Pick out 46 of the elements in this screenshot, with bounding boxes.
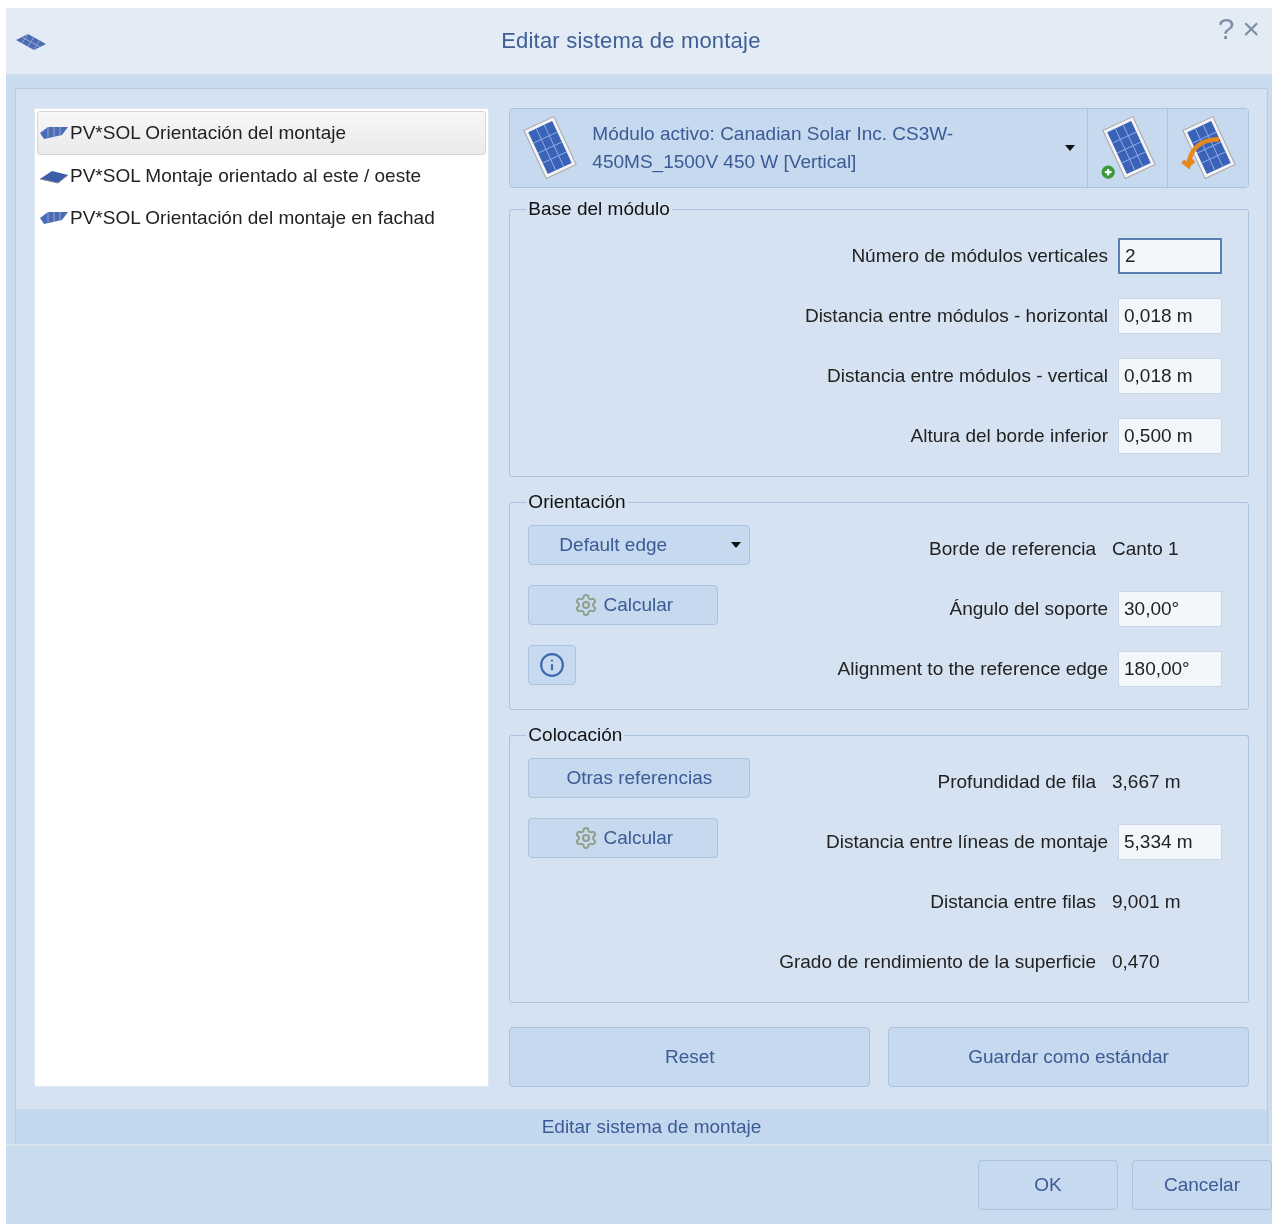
save-default-button[interactable]: Guardar como estándar [888, 1027, 1249, 1087]
edge-dropdown[interactable]: Default edge [528, 525, 751, 565]
field-label: Profundidad de fila [937, 771, 1096, 793]
field-label: Grado de rendimiento de la superficie [779, 951, 1096, 973]
field-label: Altura del borde inferior [910, 425, 1108, 447]
field-label: Distancia entre módulos - vertical [827, 365, 1108, 387]
field-label: Borde de referencia [929, 538, 1096, 560]
field-value: 3,667 m [1111, 771, 1182, 793]
field-label: Número de módulos verticales [851, 245, 1108, 267]
field-label: Distancia entre módulos - horizontal [804, 305, 1108, 327]
help-button[interactable]: ? [1213, 12, 1239, 46]
solar-rack-icon [38, 124, 70, 142]
calculate-button[interactable]: Calcular [528, 818, 719, 858]
input-field[interactable]: 30,00° [1118, 591, 1222, 627]
caret-icon [1065, 145, 1075, 151]
window-title: Editar sistema de montaje [500, 28, 762, 54]
input-field[interactable]: 0,500 m [1118, 418, 1222, 454]
status-text: Editar sistema de montaje [541, 1116, 762, 1138]
solar-rack-icon [38, 209, 70, 227]
group-title: Colocación [527, 724, 624, 746]
mounting-system-item[interactable]: PV*SOL Orientación del montaje [37, 111, 487, 155]
group-title: Base del módulo [527, 198, 671, 220]
reset-button[interactable]: Reset [509, 1027, 871, 1087]
ok-button[interactable]: OK [978, 1160, 1118, 1210]
input-field[interactable]: 0,018 m [1118, 298, 1222, 334]
field-label: Distancia entre filas [930, 891, 1096, 913]
field-value: 9,001 m [1111, 891, 1182, 913]
close-button[interactable]: × [1238, 12, 1264, 46]
group-title: Orientación [527, 491, 627, 513]
field-value: 0,470 [1111, 951, 1161, 973]
gear-icon [573, 593, 598, 617]
calculate-button[interactable]: Calcular [528, 585, 719, 625]
field-label: Alignment to the reference edge [837, 658, 1108, 680]
info-icon [539, 652, 566, 678]
caret-icon [731, 542, 742, 548]
input-field[interactable]: 180,00° [1118, 651, 1222, 687]
references-button[interactable]: Otras referencias [528, 758, 751, 798]
info-button[interactable] [528, 645, 577, 685]
field-label: Distancia entre líneas de montaje [826, 831, 1108, 853]
input-field[interactable]: 2 [1118, 238, 1222, 274]
input-field[interactable]: 5,334 m [1118, 824, 1222, 860]
field-value: Canto 1 [1111, 538, 1180, 560]
input-field[interactable]: 0,018 m [1118, 358, 1222, 394]
gear-icon [573, 826, 598, 850]
field-label: Ángulo del soporte [949, 598, 1108, 620]
cancel-button[interactable]: Cancelar [1132, 1160, 1272, 1210]
